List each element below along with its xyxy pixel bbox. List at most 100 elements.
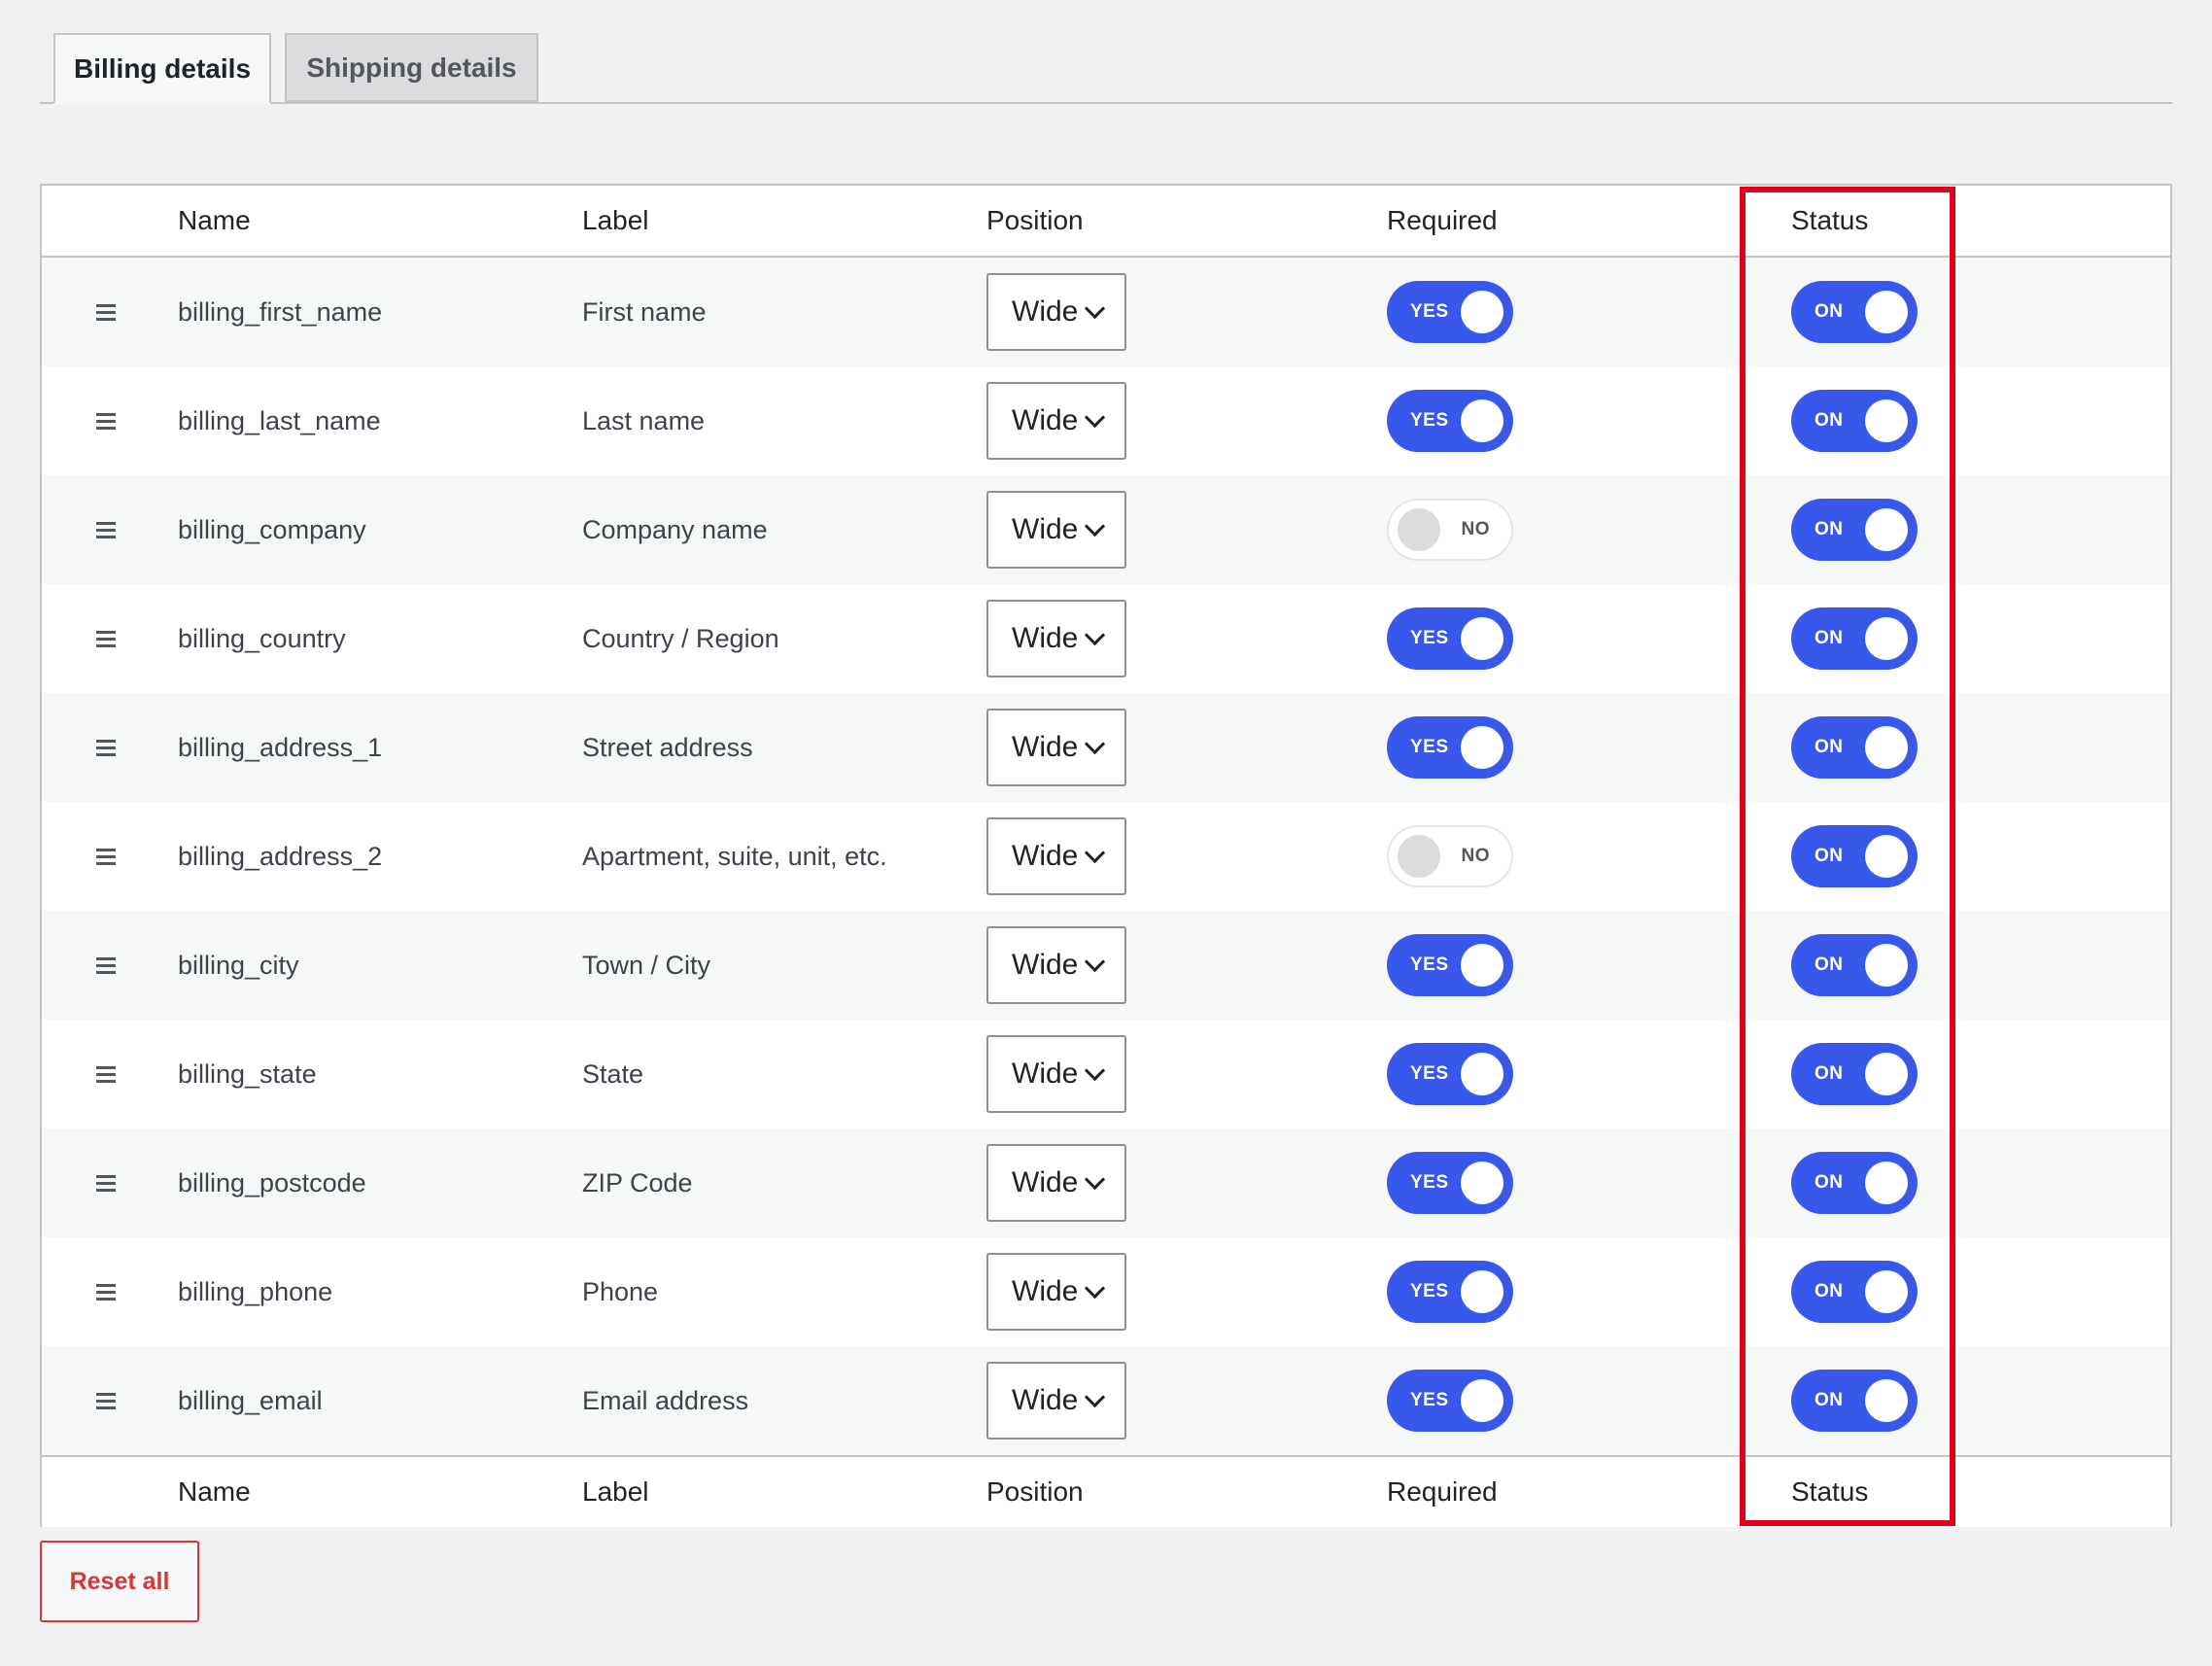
reset-all-button[interactable]: Reset all [40,1541,199,1622]
table-footer: Name Label Position Required Status [42,1455,2170,1527]
drag-handle-icon [96,739,116,756]
status-cell: ON [1791,911,1918,1020]
required-toggle-label: YES [1410,410,1449,431]
position-select[interactable]: Wide [986,709,1126,786]
drag-handle[interactable] [88,1346,123,1455]
field-label: Country / Region [582,623,779,653]
table-row: billing_email Email address Wide YES ON [42,1346,2170,1455]
drag-handle[interactable] [88,802,123,911]
column-footer-status[interactable]: Status [1791,1457,1868,1527]
column-header-required[interactable]: Required [1387,186,1498,256]
toggle-knob [1398,508,1440,551]
column-footer-name[interactable]: Name [178,1457,251,1527]
toggle-knob [1865,508,1908,551]
column-header-name[interactable]: Name [178,186,251,256]
position-select[interactable]: Wide [986,600,1126,677]
status-toggle[interactable]: ON [1791,390,1918,452]
status-cell: ON [1791,802,1918,911]
status-toggle-label: ON [1815,846,1844,866]
position-select[interactable]: Wide [986,1144,1126,1222]
status-cell: ON [1791,1237,1918,1346]
status-toggle[interactable]: ON [1791,716,1918,779]
required-cell: YES [1387,1346,1513,1455]
drag-handle[interactable] [88,258,123,366]
required-toggle[interactable]: YES [1387,281,1513,343]
required-toggle[interactable]: NO [1387,825,1513,887]
status-toggle[interactable]: ON [1791,607,1918,670]
required-toggle-label: YES [1410,1063,1449,1084]
status-toggle-label: ON [1815,1281,1844,1302]
column-footer-position[interactable]: Position [986,1457,1084,1527]
required-toggle[interactable]: NO [1387,499,1513,561]
position-select[interactable]: Wide [986,273,1126,351]
position-cell: Wide [986,258,1126,366]
tab-shipping-details[interactable]: Shipping details [285,33,538,102]
status-toggle[interactable]: ON [1791,1043,1918,1105]
column-header-position[interactable]: Position [986,186,1084,256]
column-footer-label[interactable]: Label [582,1457,649,1527]
status-toggle-label: ON [1815,410,1844,431]
status-toggle[interactable]: ON [1791,499,1918,561]
required-toggle[interactable]: YES [1387,607,1513,670]
required-toggle[interactable]: YES [1387,1043,1513,1105]
required-cell: YES [1387,1128,1513,1237]
column-header-status[interactable]: Status [1791,186,1868,256]
required-cell: NO [1387,475,1513,584]
drag-handle[interactable] [88,584,123,693]
field-name: billing_state [178,1059,317,1089]
required-toggle-label: NO [1461,846,1490,866]
position-select[interactable]: Wide [986,491,1126,569]
position-select[interactable]: Wide [986,926,1126,1004]
position-select[interactable]: Wide [986,1035,1126,1113]
position-select[interactable]: Wide [986,1362,1126,1440]
table-row: billing_city Town / City Wide YES ON [42,911,2170,1020]
field-label: Email address [582,1385,749,1415]
required-toggle[interactable]: YES [1387,1261,1513,1323]
drag-handle[interactable] [88,1237,123,1346]
required-toggle[interactable]: YES [1387,934,1513,996]
status-cell: ON [1791,258,1918,366]
status-toggle-label: ON [1815,1172,1844,1193]
table-row: billing_last_name Last name Wide YES ON [42,366,2170,475]
required-toggle-label: YES [1410,628,1449,648]
drag-handle[interactable] [88,475,123,584]
required-toggle[interactable]: YES [1387,716,1513,779]
status-toggle[interactable]: ON [1791,1370,1918,1432]
drag-handle-icon [96,1392,116,1409]
status-toggle[interactable]: ON [1791,1152,1918,1214]
required-toggle[interactable]: YES [1387,390,1513,452]
required-cell: YES [1387,258,1513,366]
status-cell: ON [1791,1020,1918,1128]
status-cell: ON [1791,584,1918,693]
field-label: Street address [582,732,753,762]
field-name: billing_last_name [178,405,381,435]
position-cell: Wide [986,693,1126,802]
status-toggle[interactable]: ON [1791,825,1918,887]
tab-billing-details[interactable]: Billing details [53,33,271,104]
status-toggle[interactable]: ON [1791,281,1918,343]
toggle-knob [1461,1162,1503,1204]
column-header-label[interactable]: Label [582,186,649,256]
toggle-knob [1865,1270,1908,1313]
position-select[interactable]: Wide [986,382,1126,460]
position-select[interactable]: Wide [986,817,1126,895]
position-select-value: Wide [1012,404,1079,436]
drag-handle[interactable] [88,366,123,475]
required-toggle[interactable]: YES [1387,1152,1513,1214]
drag-handle[interactable] [88,1020,123,1128]
drag-handle-icon [96,956,116,974]
status-toggle[interactable]: ON [1791,934,1918,996]
position-select[interactable]: Wide [986,1253,1126,1331]
required-toggle[interactable]: YES [1387,1370,1513,1432]
drag-handle[interactable] [88,693,123,802]
field-label: Town / City [582,950,711,980]
drag-handle[interactable] [88,911,123,1020]
chevron-down-icon [1085,842,1106,863]
field-name: billing_email [178,1385,323,1415]
field-name: billing_address_1 [178,732,383,762]
status-toggle[interactable]: ON [1791,1261,1918,1323]
column-footer-required[interactable]: Required [1387,1457,1498,1527]
required-cell: YES [1387,1020,1513,1128]
required-toggle-label: YES [1410,1281,1449,1302]
drag-handle[interactable] [88,1128,123,1237]
